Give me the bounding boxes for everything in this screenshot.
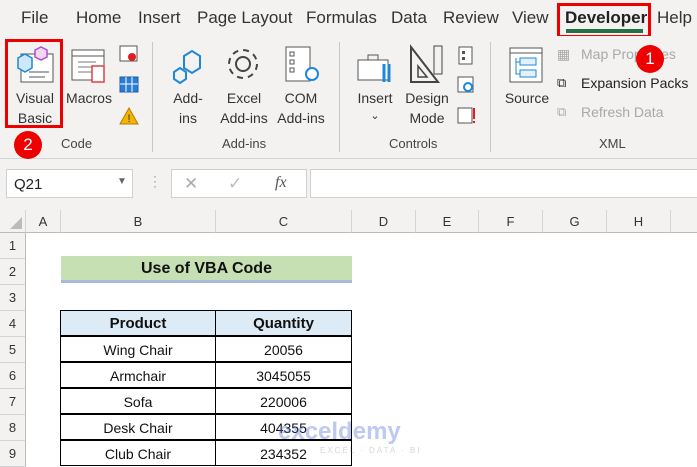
row-header[interactable]: 5 [0,337,26,363]
column-header[interactable]: F [479,210,543,233]
controls-group-label: Controls [389,136,438,151]
watermark-name: exceldemy [278,418,401,445]
select-all-corner[interactable] [0,210,26,233]
addins-label: Add-ins [173,90,203,126]
toolbox-icon [357,54,391,82]
relative-references-icon[interactable] [119,75,139,95]
row-header[interactable]: 8 [0,415,26,441]
formula-bar-area: Q21 ▼ ⋮ ✕ ✓ fx [0,159,697,210]
table-cell[interactable]: Desk Chair [60,414,216,440]
chevron-down-icon: ⌄ [370,110,380,122]
developer-highlight-box [557,3,651,38]
com-addins-label: COM Add-ins [277,90,325,126]
table-cell[interactable]: 220006 [215,388,352,414]
table-cell[interactable]: Sofa [60,388,216,414]
chevron-down-icon[interactable]: ▼ [117,176,127,187]
record-macro-icon[interactable] [119,44,139,64]
ribbon: Visual Basic Macros ! Code Add-ins Excel A… [0,36,697,159]
expansion-packs-button[interactable]: Expansion Packs [581,75,688,91]
menu-help[interactable]: Help [657,8,692,28]
xml-source-icon [509,47,543,83]
addins-icon [173,49,201,85]
macros-icon [71,49,105,83]
column-header[interactable]: B [61,210,216,233]
design-mode-icon [410,44,443,83]
enter-icon[interactable]: ✓ [228,174,242,194]
row-header[interactable]: 7 [0,389,26,415]
table-header-cell[interactable]: Product [60,310,216,336]
column-header[interactable] [671,210,697,233]
addins-group-label: Add-ins [222,136,267,151]
group-separator [490,42,491,152]
menu-bar: File Home Insert Page Layout Formulas Da… [0,0,697,38]
visual-basic-label: Visual Basic [16,90,54,126]
sheet-title-cell[interactable]: Use of VBA Code [61,256,352,283]
menu-formulas[interactable]: Formulas [306,8,377,28]
step-badge-2: 2 [14,131,42,159]
cancel-icon[interactable]: ✕ [184,174,198,194]
menu-page-layout[interactable]: Page Layout [197,8,292,28]
excel-addins-label: Excel Add-ins [220,90,268,126]
properties-icon[interactable] [457,46,475,66]
row-header[interactable]: 6 [0,363,26,389]
design-mode-label: Design Mode [405,90,449,126]
table-cell[interactable]: 3045055 [215,362,352,388]
name-box[interactable]: Q21 ▼ [6,169,133,198]
xml-group-label: XML [599,136,626,151]
group-separator [339,42,340,152]
gear-icon [228,49,258,79]
formula-input[interactable] [310,169,697,198]
macro-security-icon[interactable]: ! [119,106,139,126]
menu-data[interactable]: Data [391,8,427,28]
visual-basic-icon [17,46,54,83]
column-header[interactable]: H [607,210,671,233]
formula-buttons: ✕ ✓ fx [171,169,307,198]
column-header[interactable]: C [216,210,352,233]
run-dialog-icon[interactable] [457,106,477,126]
menu-insert[interactable]: Insert [138,8,181,28]
expansion-packs-icon: ⧉ [557,75,567,90]
refresh-data-icon: ⧉ [557,104,567,119]
column-header[interactable]: E [416,210,479,233]
table-header-cell[interactable]: Quantity [215,310,352,336]
code-group-label: Code [61,136,93,151]
menu-home[interactable]: Home [76,8,121,28]
table-cell[interactable]: Club Chair [60,440,216,466]
menu-file[interactable]: File [21,8,48,28]
column-header[interactable]: A [26,210,61,233]
group-separator [152,42,153,152]
table-cell[interactable]: 20056 [215,336,352,362]
row-header[interactable]: 9 [0,441,26,467]
fx-icon[interactable]: fx [275,174,287,192]
watermark-logo: exceldemy EXCEL · DATA · BI [278,418,422,455]
step-badge-1: 1 [636,45,664,73]
refresh-data-button[interactable]: Refresh Data [581,104,663,120]
row-header[interactable]: 1 [0,233,26,259]
drag-handle-icon[interactable]: ⋮ [148,173,162,190]
svg-text:!: ! [127,113,130,125]
row-header[interactable]: 4 [0,311,26,337]
menu-review[interactable]: Review [443,8,499,28]
com-addins-icon [285,46,319,82]
view-code-icon[interactable] [457,76,477,96]
column-header[interactable]: G [543,210,607,233]
table-cell[interactable]: Wing Chair [60,336,216,362]
map-properties-icon: ▦ [557,46,571,62]
column-header[interactable]: D [352,210,416,233]
table-cell[interactable]: Armchair [60,362,216,388]
row-header[interactable]: 3 [0,285,26,311]
row-header[interactable]: 2 [0,259,26,285]
menu-view[interactable]: View [512,8,549,28]
